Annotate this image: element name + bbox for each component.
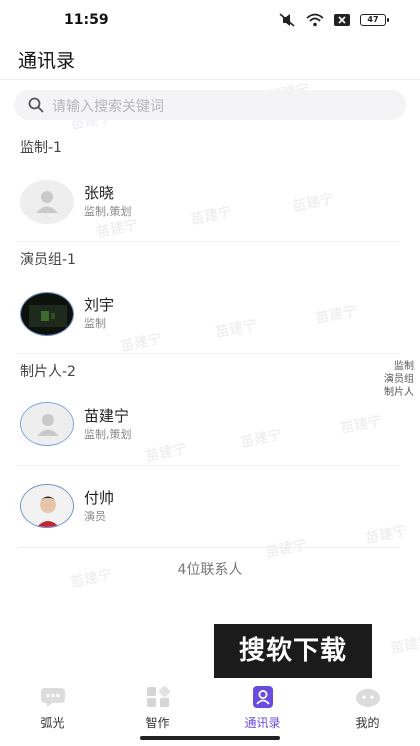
section-index-bar[interactable]: 监制 演员组 制片人: [384, 360, 414, 399]
contact-role: 监制,策划: [84, 428, 132, 441]
divider: [18, 353, 400, 354]
section-header: 监制-1: [20, 140, 62, 156]
avatar: [20, 292, 74, 336]
divider: [18, 241, 400, 242]
contacts-icon: [252, 686, 273, 708]
contact-name: 张晓: [84, 184, 115, 202]
page-title: 通讯录: [18, 50, 76, 72]
status-bar: 11:59 47: [0, 0, 420, 40]
no-sim-icon: [334, 14, 350, 26]
grid-icon: [146, 686, 170, 707]
search-placeholder: 请输入搜索关键词: [52, 99, 164, 115]
tab-profile[interactable]: 我的: [315, 686, 420, 731]
contact-name: 付帅: [84, 489, 115, 507]
section-header: 演员组-1: [20, 252, 76, 268]
profile-icon: [355, 689, 380, 707]
tab-label: 通讯录: [244, 716, 281, 730]
tab-label: 我的: [355, 716, 380, 730]
contact-role: 演员: [84, 510, 106, 523]
contact-name: 苗建宁: [84, 407, 130, 425]
avatar: [20, 180, 74, 224]
status-icons: 47: [278, 13, 389, 27]
search-input[interactable]: 请输入搜索关键词: [14, 90, 406, 120]
contact-name: 刘宇: [84, 296, 115, 314]
watermark-text: 苗建宁: [389, 632, 420, 658]
contact-count: 4位联系人: [177, 562, 243, 578]
index-item[interactable]: 监制: [384, 360, 414, 373]
avatar: [20, 484, 74, 528]
index-item[interactable]: 制片人: [384, 386, 414, 399]
battery-icon: 47: [360, 14, 389, 26]
contact-role: 监制,策划: [84, 205, 132, 218]
app-header: 通讯录: [0, 40, 420, 80]
tab-label: 弧光: [40, 716, 65, 730]
wifi-icon: [306, 13, 324, 27]
tab-contacts[interactable]: 通讯录: [210, 686, 315, 731]
section-header: 制片人-2: [20, 364, 76, 380]
divider: [18, 547, 400, 548]
photo-avatar-icon: [21, 293, 73, 335]
default-avatar-icon: [21, 403, 73, 445]
tab-label: 智作: [145, 716, 170, 730]
home-indicator: [140, 736, 280, 740]
mute-icon: [279, 13, 295, 27]
photo-avatar-icon: [21, 485, 73, 527]
default-avatar-icon: [20, 180, 74, 224]
contact-role: 监制: [84, 317, 106, 330]
index-item[interactable]: 演员组: [384, 373, 414, 386]
tab-zhizuo[interactable]: 智作: [105, 686, 210, 731]
chat-bubble-icon: [40, 688, 65, 707]
avatar: [20, 402, 74, 446]
status-time: 11:59: [64, 12, 109, 28]
search-icon: [28, 97, 44, 113]
tab-huguang[interactable]: 弧光: [0, 686, 105, 731]
download-badge: 搜软下载: [214, 624, 372, 678]
